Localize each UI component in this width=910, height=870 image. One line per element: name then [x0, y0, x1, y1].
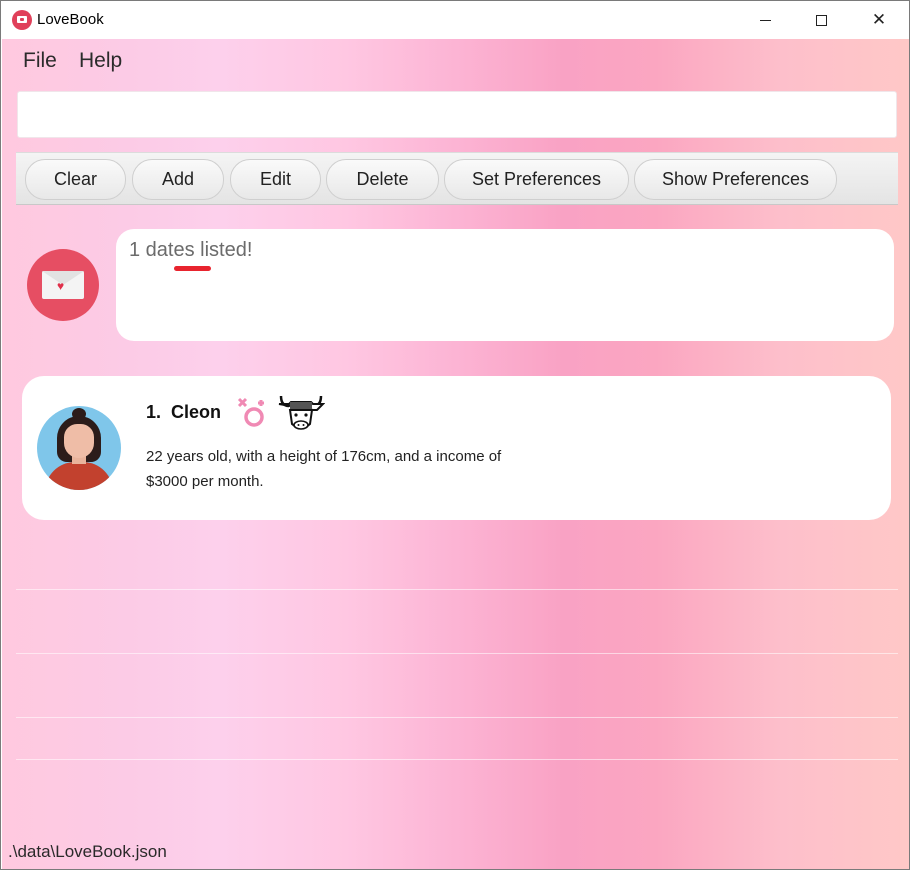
title-bar[interactable]: LoveBook ✕ — [1, 1, 909, 39]
envelope-icon: ♥ — [42, 271, 84, 299]
avatar-face — [64, 424, 94, 458]
menu-help[interactable]: Help — [79, 49, 122, 73]
toolbar: Clear Add Edit Delete Set Preferences Sh… — [16, 152, 898, 205]
date-name-text: Cleon — [171, 402, 222, 422]
list-divider — [16, 759, 898, 760]
annotation-underline — [174, 266, 211, 271]
envelope-heart-icon: ♥ — [27, 249, 99, 321]
delete-button[interactable]: Delete — [326, 159, 439, 200]
ox-icon — [278, 395, 325, 430]
app-logo-icon — [12, 10, 32, 30]
command-input[interactable] — [17, 91, 897, 138]
avatar-shirt — [45, 462, 113, 490]
minimize-icon — [759, 19, 771, 21]
menu-file[interactable]: File — [23, 49, 57, 73]
list-divider — [16, 653, 898, 654]
list-divider — [16, 717, 898, 718]
clear-button[interactable]: Clear — [25, 159, 126, 200]
result-message: 1 dates listed! — [129, 239, 253, 261]
date-name: 1. Cleon — [146, 402, 221, 423]
maximize-button[interactable] — [792, 1, 850, 39]
avatar — [37, 406, 121, 490]
date-card[interactable]: 1. Cleon 22 years old, with a height of … — [22, 376, 891, 520]
status-file-path: .\data\LoveBook.json — [8, 842, 167, 861]
avatar-bun — [72, 408, 86, 420]
heart-icon: ♥ — [57, 279, 65, 293]
close-button[interactable]: ✕ — [850, 1, 908, 39]
result-display[interactable]: 1 dates listed! — [116, 229, 894, 341]
menu-bar: File Help — [2, 39, 909, 85]
date-description: 22 years old, with a height of 176cm, an… — [146, 448, 502, 490]
date-index: 1. — [146, 402, 162, 422]
edit-button[interactable]: Edit — [230, 159, 321, 200]
result-panel: ♥ 1 dates listed! — [2, 215, 909, 357]
maximize-icon — [815, 14, 827, 26]
status-bar: .\data\LoveBook.json — [2, 832, 909, 869]
app-body: File Help Clear Add Edit Delete Set Pref… — [2, 39, 909, 869]
show-preferences-button[interactable]: Show Preferences — [634, 159, 837, 200]
app-window: LoveBook ✕ File Help Clear Add Edit Dele… — [0, 0, 910, 870]
close-icon: ✕ — [871, 10, 887, 29]
minimize-button[interactable] — [736, 1, 794, 39]
set-preferences-button[interactable]: Set Preferences — [444, 159, 629, 200]
gender-symbol-icon — [237, 397, 264, 427]
add-button[interactable]: Add — [132, 159, 224, 200]
list-divider — [16, 589, 898, 590]
window-title: LoveBook — [37, 11, 104, 28]
